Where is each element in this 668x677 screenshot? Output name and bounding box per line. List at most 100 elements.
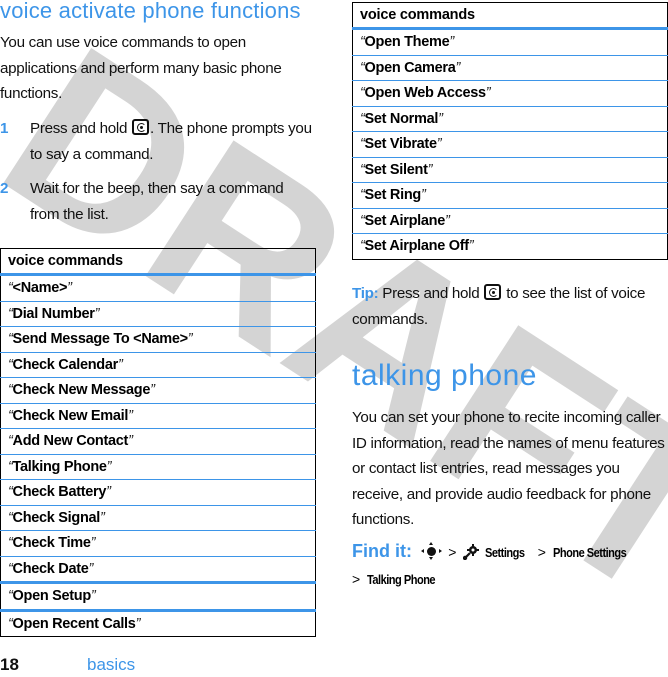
voice-command-cell: “Check Signal” [0,505,316,531]
quote-close: ” [128,407,133,424]
voice-command-text: Open Recent Calls [12,615,136,632]
quote-close: ” [128,433,133,450]
voice-command-text: Set Normal [364,110,439,127]
quote-close: ” [117,356,123,373]
voice-command-cell: “Check New Message” [0,377,316,404]
voice-commands-table-right: voice commands “Open Theme” “Open Camera”… [352,2,668,260]
table-row: “Set Vibrate” [352,131,668,158]
voice-command-cell: “Set Airplane” [352,208,668,234]
table-row: “Check Calendar” [0,352,316,378]
voice-command-cell: “Set Vibrate” [352,131,668,158]
quote-close: ” [420,187,426,204]
voice-command-text: Set Silent [364,161,428,178]
quote-close: ” [438,110,443,127]
voice-command-cell: “Check Date” [0,556,316,584]
voice-command-cell: “Talking Phone” [0,454,316,480]
table-row: “Check Battery” [0,479,316,506]
table-row: “Check Date” [0,556,316,584]
voice-command-cell: “Dial Number” [0,301,316,327]
voice-command-text: Check Battery [12,484,107,501]
voice-command-cell: “Open Camera” [352,55,668,81]
table-row: “Open Setup” [0,582,316,612]
page-footer: 18 basics [0,655,668,677]
table-row: “Check New Email” [0,403,316,429]
quote-close: ” [67,280,72,297]
voice-command-cell: “Check New Email” [0,403,316,429]
voice-command-cell: “Open Setup” [0,582,316,612]
voice-key-icon [132,119,150,135]
talking-phone-paragraph: You can set your phone to recite incomin… [352,409,665,528]
table-row: “Check Time” [0,530,316,557]
quote-close: ” [100,509,105,526]
tip-note: Tip: Press and hold to see the list of v… [352,281,668,332]
voice-command-cell: “Check Time” [0,530,316,557]
voice-command-text: Open Theme [364,34,450,51]
quote-close: ” [106,484,111,501]
voice-command-text: Check Calendar [12,356,119,373]
voice-commands-table-left: voice commands “<Name>” “Dial Number” “Sen… [0,248,316,637]
voice-key-icon [484,284,502,300]
quote-close: ” [88,560,94,577]
voice-command-cell: “Open Web Access” [352,80,668,107]
footer-section-name: basics [87,655,136,674]
table-row: “Check New Message” [0,377,316,404]
table-row: “Talking Phone” [0,454,316,480]
path-separator: > [448,544,457,560]
quote-close: ” [150,382,155,399]
table-header: voice commands [0,248,316,276]
voice-command-cell: “Open Theme” [352,28,668,56]
voice-command-cell: “Check Calendar” [0,352,316,378]
find-it-label: Find it: [352,541,412,561]
quote-close: ” [94,305,100,322]
quote-close: ” [106,458,112,475]
step-number: 1 [0,120,9,137]
table-row: “Set Ring” [352,182,668,209]
section-heading-talking-phone: talking phone [352,359,537,392]
voice-command-text: Open Setup [12,588,92,605]
path-item-settings: Settings [484,545,525,560]
table-header: voice commands [352,2,668,30]
voice-command-text: Send Message To <Name> [12,331,189,348]
step-text: Press and hold [30,120,132,137]
path-separator: > [352,571,361,587]
voice-command-cell: “<Name>” [0,274,316,302]
tip-text: Press and hold [378,285,484,302]
voice-command-text: Check New Message [12,382,151,399]
quote-close: ” [455,59,461,76]
table-row: “Set Normal” [352,106,668,132]
voice-command-cell: “Add New Contact” [0,428,316,455]
quote-close: ” [485,85,491,102]
voice-command-text: Set Ring [364,187,422,204]
quote-close: ” [445,212,450,229]
voice-command-text: Talking Phone [12,458,107,475]
quote-close: ” [436,136,442,153]
table-row: “Add New Contact” [0,428,316,455]
settings-icon [463,544,480,560]
quote-close: ” [135,615,141,632]
voice-command-text: Set Airplane [364,212,446,229]
voice-command-text: Dial Number [12,305,95,322]
voice-command-text: Check Date [12,560,89,577]
table-row: “Open Web Access” [352,80,668,107]
intro-paragraph: You can use voice commands to open appli… [0,34,282,102]
voice-command-cell: “Set Normal” [352,106,668,132]
voice-command-text: Check Signal [12,509,101,526]
step-2: 2 Wait for the beep, then say a command … [0,176,316,227]
path-separator: > [537,544,546,560]
table-row: “Set Airplane Off” [352,233,668,260]
quote-close: ” [427,161,433,178]
table-row: “<Name>” [0,274,316,302]
quote-close: ” [449,34,454,51]
path-item-talking-phone: Talking Phone [366,572,436,587]
voice-command-cell: “Set Silent” [352,157,668,183]
voice-command-text: Open Web Access [364,85,487,102]
page-number: 18 [0,655,19,674]
table-row: “Open Camera” [352,55,668,81]
quote-close: ” [90,535,96,552]
section-heading-voice: voice activate phone functions [0,0,301,23]
voice-command-cell: “Send Message To <Name>” [0,326,316,353]
find-it-path: Find it: > Settings > Phone Settings > T… [352,538,668,593]
step-number: 2 [0,180,9,197]
table-row: “Set Airplane” [352,208,668,234]
voice-command-text: Add New Contact [12,433,129,450]
